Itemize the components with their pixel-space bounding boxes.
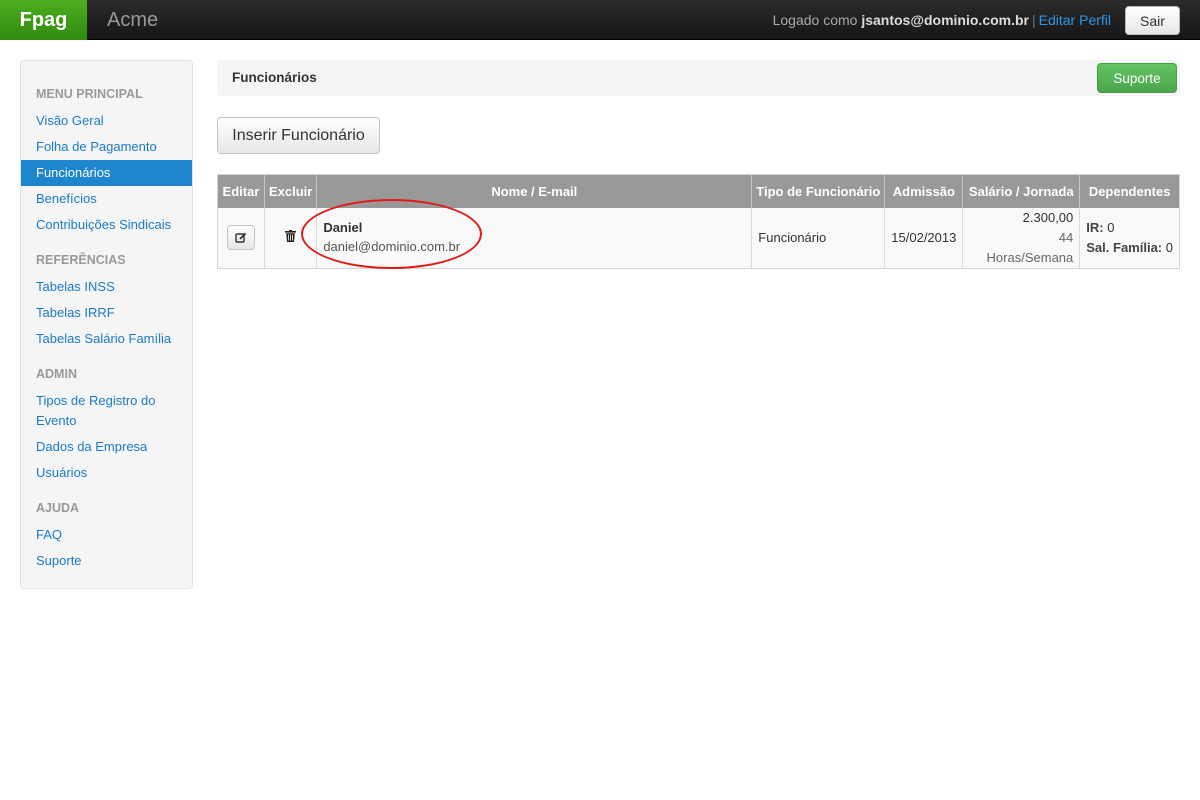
sidebar-item-folha-de-pagamento[interactable]: Folha de Pagamento — [21, 134, 192, 160]
column-header-editar: Editar — [217, 174, 265, 208]
insert-employee-button[interactable]: Inserir Funcionário — [217, 117, 380, 154]
employee-admission: 15/02/2013 — [884, 207, 963, 268]
edit-profile-link[interactable]: Editar Perfil — [1039, 12, 1111, 28]
nav-list-referencias: Tabelas INSS Tabelas IRRF Tabelas Salári… — [21, 274, 192, 352]
dependents-ir: IR: 0 — [1086, 218, 1173, 238]
sidebar-item-tabelas-salario-familia[interactable]: Tabelas Salário Família — [21, 326, 192, 352]
logout-button[interactable]: Sair — [1125, 6, 1180, 35]
sidebar: MENU PRINCIPAL Visão Geral Folha de Paga… — [20, 60, 193, 589]
cell-name-email: Daniel daniel@dominio.com.br — [316, 207, 752, 268]
cell-dependents: IR: 0 Sal. Família: 0 — [1079, 207, 1180, 268]
sidebar-item-beneficios[interactable]: Benefícios — [21, 186, 192, 212]
sidebar-item-contribuicoes-sindicais[interactable]: Contribuições Sindicais — [21, 212, 192, 238]
sal-familia-value: 0 — [1165, 239, 1173, 255]
sidebar-item-faq[interactable]: FAQ — [21, 522, 192, 548]
employee-type: Funcionário — [751, 207, 885, 268]
nav-header-menu-principal: MENU PRINCIPAL — [36, 87, 143, 101]
sidebar-item-suporte[interactable]: Suporte — [21, 548, 192, 574]
cell-edit — [217, 207, 265, 268]
sidebar-item-dados-da-empresa[interactable]: Dados da Empresa — [21, 434, 192, 460]
user-info: Logado como jsantos@dominio.com.br | Edita… — [773, 0, 1111, 40]
edit-button[interactable] — [226, 225, 255, 250]
brand-logo[interactable]: Fpag — [0, 0, 87, 40]
nav-header-referencias: REFERÊNCIAS — [36, 253, 126, 267]
cell-delete — [263, 207, 317, 268]
ir-value: 0 — [1107, 219, 1115, 235]
employees-table: Editar Excluir Nome / E-mail Tipo de Fun… — [217, 174, 1180, 269]
employee-name: Daniel — [323, 219, 363, 235]
sidebar-item-visao-geral[interactable]: Visão Geral — [21, 108, 192, 134]
company-name: Acme — [107, 9, 159, 31]
nav-list-ajuda: FAQ Suporte — [21, 522, 192, 574]
sidebar-item-tabelas-inss[interactable]: Tabelas INSS — [21, 274, 192, 300]
user-email: jsantos@dominio.com.br — [861, 12, 1029, 28]
page-title: Funcionários — [232, 70, 317, 85]
sal-familia-label: Sal. Família: — [1086, 239, 1163, 255]
employee-email: daniel@dominio.com.br — [323, 238, 461, 254]
column-header-excluir: Excluir — [263, 174, 317, 208]
column-header-tipo: Tipo de Funcionário — [751, 174, 885, 208]
employee-hours: 44 Horas/Semana — [986, 229, 1074, 265]
column-header-dependentes: Dependentes — [1079, 174, 1180, 208]
support-button[interactable]: Suporte — [1097, 63, 1177, 93]
logged-as-label: Logado como — [772, 12, 858, 28]
table-header-row: Editar Excluir Nome / E-mail Tipo de Fun… — [217, 174, 1180, 208]
nav-header-admin: ADMIN — [36, 367, 77, 381]
ir-label: IR: — [1086, 219, 1104, 235]
column-header-salario-jornada: Salário / Jornada — [962, 174, 1080, 208]
trash-icon[interactable] — [285, 230, 297, 245]
table-row: Daniel daniel@dominio.com.br Funcionário… — [217, 207, 1180, 268]
nav-header-ajuda: AJUDA — [36, 501, 80, 515]
employee-salary: 2.300,00 — [1022, 209, 1074, 225]
dependents-sal-familia: Sal. Família: 0 — [1086, 238, 1173, 258]
nav-list-admin: Tipos de Registro do Evento Dados da Emp… — [21, 388, 192, 486]
nav-list-menu-principal: Visão Geral Folha de Pagamento Funcionár… — [21, 108, 192, 238]
cell-salary: 2.300,00 44 Horas/Semana — [962, 207, 1080, 268]
sidebar-item-tipos-de-registro[interactable]: Tipos de Registro do Evento — [21, 388, 192, 434]
sidebar-item-usuarios[interactable]: Usuários — [21, 460, 192, 486]
separator: | — [1032, 12, 1036, 28]
column-header-nome-email: Nome / E-mail — [316, 174, 752, 208]
sidebar-item-tabelas-irrf[interactable]: Tabelas IRRF — [21, 300, 192, 326]
edit-icon — [235, 232, 247, 243]
sidebar-item-funcionarios[interactable]: Funcionários — [21, 160, 192, 186]
page-header-bar: Funcionários Suporte — [217, 60, 1180, 96]
column-header-admissao: Admissão — [884, 174, 963, 208]
top-navbar: Fpag Acme Logado como jsantos@dominio.co… — [0, 0, 1200, 40]
